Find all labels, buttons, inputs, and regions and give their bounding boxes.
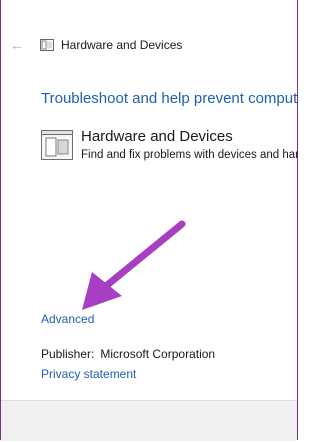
hardware-devices-icon (41, 130, 73, 160)
publisher-info: Publisher: Microsoft Corporation (41, 347, 215, 361)
advanced-link[interactable]: Advanced (41, 312, 94, 326)
title-bar: ← Hardware and Devices (0, 34, 298, 62)
publisher-value: Microsoft Corporation (100, 347, 216, 361)
page-heading: Troubleshoot and help prevent computer p… (41, 90, 298, 107)
troubleshooter-item[interactable]: Hardware and Devices Find and fix proble… (41, 128, 298, 168)
troubleshooter-description: Find and fix problems with devices and h… (81, 149, 298, 161)
troubleshooter-title: Hardware and Devices (81, 128, 233, 145)
publisher-label: Publisher: (41, 347, 95, 361)
hardware-devices-icon (40, 39, 54, 51)
footer-bar (1, 400, 297, 441)
privacy-statement-link[interactable]: Privacy statement (41, 367, 136, 381)
annotation-arrow (82, 220, 186, 310)
back-arrow-icon[interactable]: ← (10, 36, 26, 54)
window-title: Hardware and Devices (61, 38, 183, 52)
